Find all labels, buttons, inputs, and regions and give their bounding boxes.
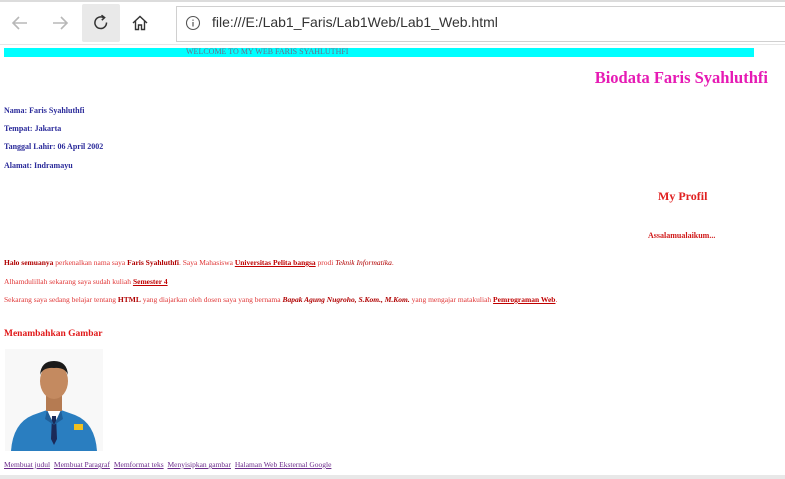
page-content: WELCOME TO MY WEB FARIS SYAHLUTHFI Bioda… bbox=[0, 45, 785, 479]
intro-prodi: Teknik Informatika bbox=[335, 258, 392, 267]
image-section-heading: Menambahkan Gambar bbox=[4, 329, 103, 339]
intro-university: Universitas Pelita bangsa bbox=[234, 258, 316, 267]
home-button[interactable] bbox=[124, 7, 156, 39]
marquee-text: WELCOME TO MY WEB FARIS SYAHLUTHFI bbox=[186, 48, 349, 56]
address-bar[interactable]: file:///E:/Lab1_Faris/Lab1Web/Lab1_Web.h… bbox=[176, 6, 785, 42]
profile-photo bbox=[5, 349, 103, 451]
semester-paragraph: Alhamdulillah sekarang saya sudah kuliah… bbox=[4, 277, 168, 286]
course-paragraph: Sekarang saya sedang belajar tentang HTM… bbox=[4, 295, 557, 304]
course-text-3: yang mengajar matakuliah bbox=[409, 295, 494, 304]
refresh-button[interactable] bbox=[82, 4, 120, 42]
back-button[interactable] bbox=[4, 7, 36, 39]
arrow-right-icon bbox=[53, 16, 69, 30]
course-html: HTML bbox=[117, 295, 141, 304]
intro-text-4: . bbox=[391, 258, 394, 267]
intro-paragraph: Halo semuanya perkenalkan nama saya Fari… bbox=[4, 258, 394, 267]
home-icon bbox=[132, 15, 148, 31]
course-text-1: Sekarang saya sedang belajar tentang bbox=[4, 295, 118, 304]
link-menyisipkan-gambar[interactable]: Menyisipkan gambar bbox=[167, 460, 231, 469]
course-lecturer: Bapak Agung Nugroho, S.Kom., M.Kom. bbox=[282, 295, 410, 304]
url-text[interactable]: file:///E:/Lab1_Faris/Lab1Web/Lab1_Web.h… bbox=[212, 14, 498, 30]
info-icon[interactable] bbox=[185, 15, 201, 31]
greeting-text: Assalamualaikum... bbox=[648, 231, 716, 240]
course-subject: Pemrograman Web bbox=[493, 295, 556, 304]
semester-value: Semester 4 bbox=[132, 277, 168, 286]
bio-nama: Nama: Faris Syahluthfi bbox=[4, 106, 85, 115]
horizontal-scrollbar[interactable] bbox=[0, 475, 785, 479]
intro-text-2: . Saya Mahasiswa bbox=[179, 258, 235, 267]
link-google[interactable]: Halaman Web Eksternal Google bbox=[235, 460, 332, 469]
nav-links: Membuat judul Membuat Paragraf Memformat… bbox=[4, 460, 333, 469]
tab-strip-edge bbox=[0, 0, 785, 2]
arrow-left-icon bbox=[11, 16, 27, 30]
welcome-marquee: WELCOME TO MY WEB FARIS SYAHLUTHFI bbox=[4, 48, 754, 57]
bio-alamat: Alamat: Indramayu bbox=[4, 161, 73, 170]
bio-heading: Biodata Faris Syahluthfi bbox=[594, 68, 768, 87]
semester-text: Alhamdulillah sekarang saya sudah kuliah bbox=[4, 277, 133, 286]
forward-button[interactable] bbox=[44, 7, 76, 39]
intro-text-3: prodi bbox=[315, 258, 336, 267]
link-membuat-paragraf[interactable]: Membuat Paragraf bbox=[54, 460, 110, 469]
bio-tempat: Tempat: Jakarta bbox=[4, 124, 62, 133]
link-memformat-teks[interactable]: Memformat teks bbox=[114, 460, 164, 469]
course-text-2: yang diajarkan oleh dosen saya yang bern… bbox=[140, 295, 283, 304]
browser-toolbar: file:///E:/Lab1_Faris/Lab1Web/Lab1_Web.h… bbox=[0, 0, 785, 45]
refresh-icon bbox=[94, 14, 108, 30]
bio-tanggal-lahir: Tanggal Lahir: 06 April 2002 bbox=[4, 142, 104, 151]
intro-text-1: perkenalkan nama saya bbox=[53, 258, 128, 267]
link-membuat-judul[interactable]: Membuat judul bbox=[4, 460, 50, 469]
intro-name: Faris Syahluthfi bbox=[127, 258, 179, 267]
intro-bold: Halo semuanya bbox=[4, 258, 54, 267]
profil-heading: My Profil bbox=[658, 189, 708, 203]
course-text-4: . bbox=[555, 295, 558, 304]
